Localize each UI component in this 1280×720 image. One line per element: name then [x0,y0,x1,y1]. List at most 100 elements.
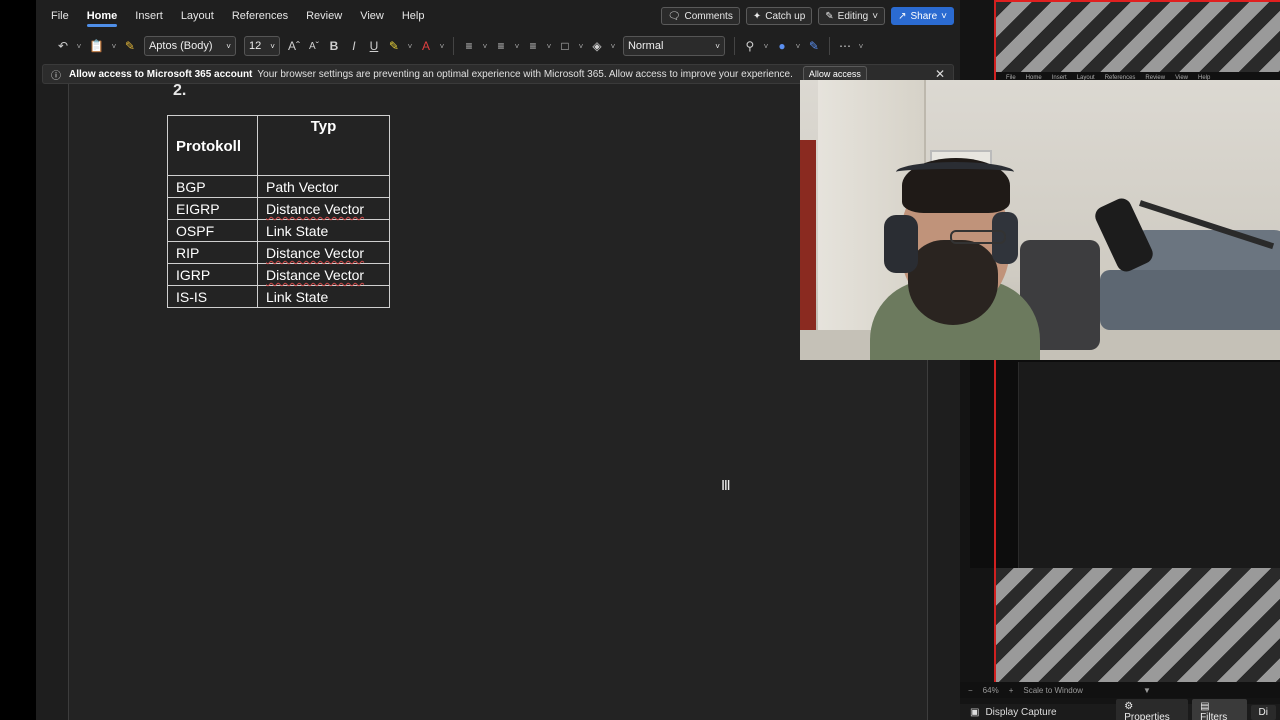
style-select[interactable]: Normal ˅ [622,36,725,56]
catch-up-button[interactable]: ✦ Catch up [745,7,813,25]
chevron-down-icon[interactable]: ▼ [1143,686,1151,695]
borders-icon[interactable]: □ [556,35,574,57]
obs-zoom-bar: − 64% + Scale to Window ▼ [960,682,1280,698]
filters-button[interactable]: ▤ Filters [1192,699,1247,720]
cell-text: Distance Vector [266,201,365,217]
tab-file[interactable]: File [51,0,69,32]
webcam-person-beard [908,240,998,325]
chevron-down-icon: ˅ [872,10,879,22]
zoom-in-icon[interactable]: + [1009,686,1014,695]
grow-font-icon[interactable]: Aˆ [285,35,303,57]
more-options-icon[interactable]: ⋯ [836,35,854,57]
infobar-message: Your browser settings are preventing an … [257,68,793,80]
editing-mode-button[interactable]: ✎ Editing ˅ [818,7,886,25]
table-cell[interactable]: Link State [257,219,390,242]
format-painter-icon[interactable]: ✎ [121,35,139,57]
tab-insert[interactable]: Insert [135,0,163,32]
menu-bar: File Home Insert Layout References Revie… [36,0,960,32]
header-typ[interactable]: Typ [257,115,390,176]
obs-preview-stripes-top [994,0,1280,80]
share-icon: ↗ [898,10,907,22]
chevron-down-icon[interactable]: ˅ [480,35,490,57]
obs-selection-border-top [994,0,1280,2]
table-cell[interactable]: RIP [167,241,258,264]
close-icon[interactable]: ✕ [935,67,945,81]
shading-icon[interactable]: ◈ [588,35,606,57]
table-cell[interactable]: EIGRP [167,197,258,220]
find-icon[interactable]: ⚲ [741,35,759,57]
font-name-select[interactable]: Aptos (Body) ˅ [143,36,236,56]
webcam-red-curtain [800,140,816,360]
highlight-icon[interactable]: ✎ [385,35,403,57]
editor-icon[interactable]: ✎ [805,35,823,57]
table-cell[interactable]: Link State [257,285,390,308]
zoom-out-icon[interactable]: − [968,686,973,695]
table-cell[interactable]: Distance Vector [257,197,390,220]
table-header-row: Protokoll Typ [167,115,390,176]
chevron-down-icon[interactable]: ˅ [544,35,554,57]
source-item[interactable]: ▣ Display Capture [970,707,1116,718]
chevron-down-icon[interactable]: ˅ [856,35,866,57]
paste-icon[interactable]: 📋 [86,35,107,57]
table-row: OSPF Link State [167,219,390,242]
chevron-down-icon[interactable]: ˅ [74,35,84,57]
chevron-down-icon[interactable]: ˅ [761,35,771,57]
italic-icon[interactable]: I [345,35,363,57]
font-size-select[interactable]: 12 ˅ [243,36,280,56]
chevron-down-icon: ˅ [941,10,947,22]
table-row: IGRP Distance Vector [167,263,390,286]
zoom-value: 64% [982,685,999,695]
share-button[interactable]: ↗ Share ˅ [891,7,954,25]
table-cell[interactable]: IS-IS [167,285,258,308]
chevron-down-icon[interactable]: ˅ [576,35,586,57]
header-protokoll[interactable]: Protokoll [167,115,258,176]
webcam-headphone-band [896,162,1014,182]
numbering-icon[interactable]: ≡ [492,35,510,57]
document-canvas: 2. Protokoll Typ BGP Path Vector EIGRP D… [36,82,928,720]
scale-to-window[interactable]: Scale to Window [1023,686,1083,695]
chevron-down-icon[interactable]: ˅ [793,35,803,57]
chevron-down-icon[interactable]: ˅ [437,35,447,57]
shrink-font-icon[interactable]: Aˇ [305,35,323,57]
editing-label: Editing [837,10,869,22]
tab-view[interactable]: View [360,0,384,32]
webcam-headphone-left [884,215,918,273]
table-row: EIGRP Distance Vector [167,197,390,220]
chevron-down-icon: ˅ [270,41,275,51]
tab-home[interactable]: Home [86,0,117,32]
comments-button[interactable]: 🗨 Comments [660,7,740,25]
chevron-down-icon[interactable]: ˅ [608,35,618,57]
table-cell[interactable]: IGRP [167,263,258,286]
underline-icon[interactable]: U [365,35,383,57]
document-page[interactable]: 2. Protokoll Typ BGP Path Vector EIGRP D… [68,82,928,720]
tab-help[interactable]: Help [402,0,425,32]
dictate-icon[interactable]: ● [773,35,791,57]
table-cell[interactable]: OSPF [167,219,258,242]
properties-button[interactable]: ⚙ Properties [1116,699,1189,720]
heading-number: 2. [173,82,187,99]
table-cell[interactable]: BGP [167,175,258,198]
table-cell[interactable]: Distance Vector [257,241,390,264]
tab-layout[interactable]: Layout [181,0,214,32]
cell-text: Distance Vector [266,267,365,283]
cut-off-tab[interactable]: Di [1250,704,1276,720]
font-color-icon[interactable]: A [417,35,435,57]
infobar-title: Allow access to Microsoft 365 account [69,68,253,80]
tab-review[interactable]: Review [306,0,342,32]
sparkle-icon: ✦ [752,10,762,22]
protocol-table[interactable]: Protokoll Typ BGP Path Vector EIGRP Dist… [167,115,390,308]
bullets-icon[interactable]: ≡ [460,35,478,57]
table-cell[interactable]: Distance Vector [257,263,390,286]
share-label: Share [910,10,938,22]
ribbon-divider [452,37,454,55]
chevron-down-icon: ˅ [226,41,231,51]
undo-icon[interactable]: ↶ [54,35,72,57]
table-cell[interactable]: Path Vector [257,175,390,198]
align-icon[interactable]: ≡ [524,35,542,57]
chevron-down-icon[interactable]: ˅ [512,35,522,57]
chevron-down-icon[interactable]: ˅ [109,35,119,57]
chevron-down-icon[interactable]: ˅ [405,35,415,57]
tab-references[interactable]: References [232,0,288,32]
top-actions: 🗨 Comments ✦ Catch up ✎ Editing ˅ ↗ Shar… [660,7,954,25]
bold-icon[interactable]: B [325,35,343,57]
